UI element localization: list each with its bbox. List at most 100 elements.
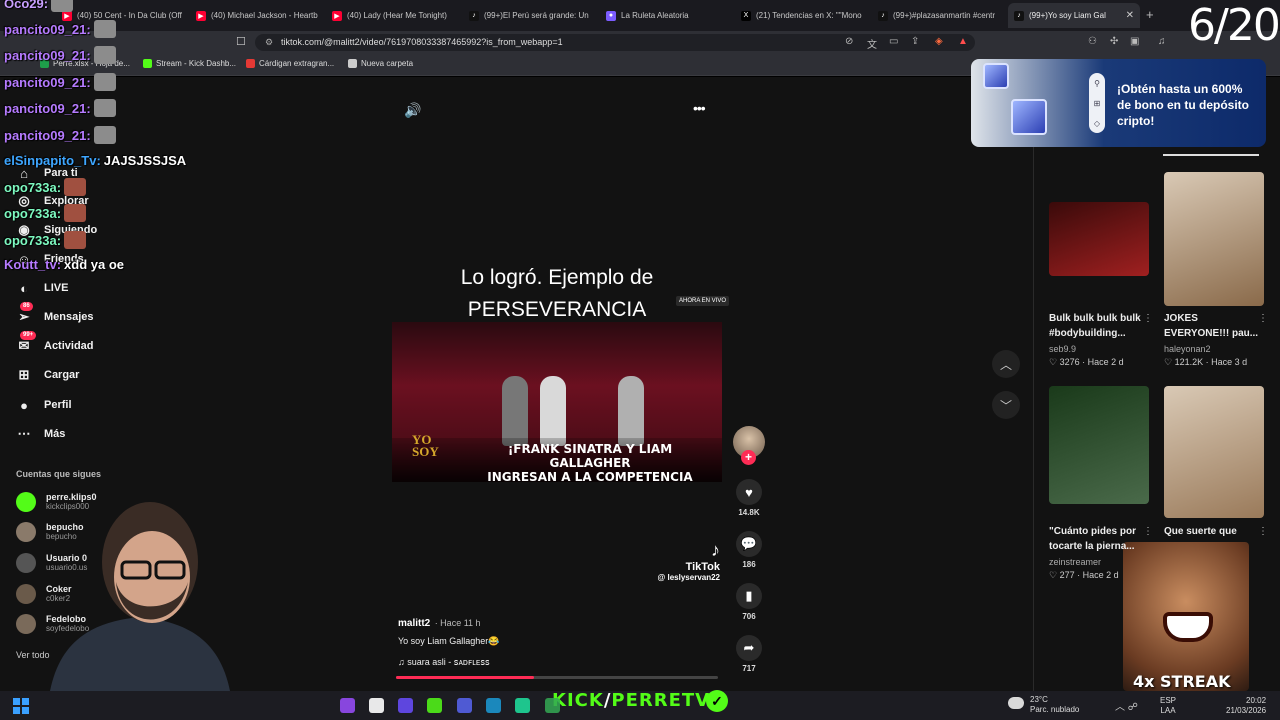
rewards-icon[interactable]: ▲: [958, 36, 968, 47]
following-account[interactable]: Usuario 0 usuario0.us: [16, 553, 87, 573]
suggested-video-title[interactable]: Que suerte que: [1164, 524, 1264, 539]
system-tray[interactable]: ︿ ☍: [1115, 698, 1138, 713]
previous-video-button[interactable]: ︿: [992, 350, 1020, 378]
sidebar-item-actividad[interactable]: ✉ 99+ Actividad: [16, 331, 94, 354]
account-name: Usuario 0: [46, 553, 88, 563]
brave-shield-icon[interactable]: ◈: [935, 36, 943, 47]
suggested-video-title[interactable]: JOKES EVERYONE!!! pau...: [1164, 311, 1264, 341]
taskbar-app-icon[interactable]: [515, 698, 530, 713]
tab-title: (40) Michael Jackson - Heartb: [211, 11, 318, 20]
suggested-video-likes: 3276: [1059, 357, 1080, 367]
cast-icon[interactable]: ▭: [889, 36, 898, 47]
sidebar-toggle-icon[interactable]: ▣: [1130, 36, 1139, 47]
bookmark-item[interactable]: Nueva carpeta: [348, 59, 413, 68]
card-more-icon[interactable]: ⋮: [1258, 313, 1268, 324]
weather-desc: Parc. nublado: [1030, 705, 1080, 714]
crypto-ad-banner[interactable]: ⚲ ⊞ ◇ ¡Obtén hasta un 600% de bono en tu…: [971, 59, 1266, 147]
taskbar-app-icon[interactable]: [369, 698, 384, 713]
windows-start-icon[interactable]: [13, 698, 29, 714]
taskbar-app-icon[interactable]: [545, 698, 560, 713]
video-progress-bar[interactable]: [396, 676, 718, 679]
like-button[interactable]: ♥ 14.8K: [733, 479, 765, 517]
nav-item-icon: ⊞: [18, 367, 30, 382]
volume-icon[interactable]: 🔊: [404, 102, 421, 119]
new-tab-button[interactable]: +: [1146, 7, 1154, 22]
suggested-video-author[interactable]: seb9.9: [1049, 344, 1076, 354]
browser-tab[interactable]: ♪ (99+)#plazasanmartin #centr: [872, 3, 1004, 28]
following-account[interactable]: Coker c0ker2: [16, 584, 72, 604]
chat-username: pancito09_21:: [4, 100, 91, 116]
site-info-icon[interactable]: ⚙: [265, 34, 273, 51]
card-more-icon[interactable]: ⋮: [1143, 526, 1153, 537]
extension-icon-1[interactable]: ⚇: [1088, 36, 1097, 47]
language-indicator[interactable]: ESP LAA: [1160, 696, 1176, 716]
media-controls-icon[interactable]: ♫: [1158, 36, 1166, 47]
bookmark-item[interactable]: Cárdigan extragran...: [246, 59, 334, 68]
suggested-video-thumbnail[interactable]: [1049, 386, 1149, 504]
post-sound-link[interactable]: ♫ suara asli - ꜱᴀᴅꜰʟᴇꜱꜱ: [398, 657, 490, 668]
suggested-video-title[interactable]: Bulk bulk bulk bulk #bodybuilding...: [1049, 311, 1149, 341]
bookmark-item[interactable]: Stream - Kick Dashb...: [143, 59, 236, 68]
next-video-button[interactable]: ﹀: [992, 391, 1020, 419]
suggested-video-time: · Hace 2 d: [1079, 357, 1124, 367]
more-options-icon[interactable]: •••: [693, 100, 706, 116]
reader-mode-icon[interactable]: ⊘: [845, 36, 853, 47]
suggested-video-thumbnail[interactable]: [1164, 172, 1264, 306]
taskbar-app-icon[interactable]: [340, 698, 355, 713]
meme-mouth: [1163, 612, 1213, 642]
nav-item-label: Más: [44, 428, 66, 440]
follow-button[interactable]: +: [741, 450, 756, 465]
nav-item-label: LIVE: [44, 282, 69, 294]
sidebar-item-live[interactable]: ◐ LIVE: [16, 280, 68, 296]
card-more-icon[interactable]: ⋮: [1143, 313, 1153, 324]
taskbar-app-icon[interactable]: [486, 698, 501, 713]
chat-text: xdd ya oe: [64, 257, 125, 272]
share-button[interactable]: ➦ 717: [733, 635, 765, 673]
watermark-name: TikTok: [685, 561, 720, 573]
taskbar-app-icon[interactable]: [398, 698, 413, 713]
save-button[interactable]: ▮ 706: [733, 583, 765, 621]
suggested-video-title[interactable]: "Cuánto pides por tocarte la pierna...: [1049, 524, 1149, 554]
show-logo: YO SOY: [412, 433, 439, 458]
sidebar-item-cargar[interactable]: ⊞ Cargar: [16, 367, 80, 383]
suggested-video-thumbnail[interactable]: [1164, 386, 1264, 518]
chat-username: Oco29:: [4, 0, 49, 11]
suggested-video-thumbnail[interactable]: [1049, 202, 1149, 276]
suggested-video-meta: ♡ 3276 · Hace 2 d: [1049, 357, 1124, 368]
performer-figure: [618, 376, 644, 446]
chat-message: opo733a:: [4, 204, 87, 222]
card-more-icon[interactable]: ⋮: [1258, 526, 1268, 537]
chat-username: elSinpapito_Tv:: [4, 153, 101, 168]
sidebar-item-perfil[interactable]: ● Perfil: [16, 397, 71, 413]
browser-tab[interactable]: ▶ (40) Lady (Hear Me Tonight): [326, 3, 459, 28]
following-account[interactable]: perre.klips0 kickclips000: [16, 492, 97, 512]
translate-icon[interactable]: 文: [867, 36, 877, 51]
taskbar-app-icon[interactable]: [427, 698, 442, 713]
suggested-video-author[interactable]: haleyonan2: [1164, 344, 1211, 354]
browser-tab[interactable]: ● La Ruleta Aleatoria: [600, 3, 731, 28]
tab-title: (99+)#plazasanmartin #centr: [893, 11, 996, 20]
suggested-video-author[interactable]: zeinstreamer: [1049, 557, 1101, 567]
verified-check-icon: ✓: [706, 690, 728, 712]
sidebar-item-mensajes[interactable]: ➢ 86 Mensajes: [16, 302, 94, 325]
post-author[interactable]: malitt2: [398, 618, 430, 629]
caption-line-1: Lo logró. Ejemplo de: [460, 266, 654, 289]
lower-third-line-2: INGRESAN A LA COMPETENCIA: [487, 470, 693, 484]
weather-widget[interactable]: 23°C Parc. nublado: [1030, 695, 1079, 715]
taskbar-clock[interactable]: 20:02 21/03/2026: [1226, 696, 1266, 716]
browser-tab[interactable]: ▶ (40) Michael Jackson - Heartb: [190, 3, 322, 28]
share-icon[interactable]: ⇪: [911, 36, 919, 47]
weather-cloud-icon[interactable]: [1008, 697, 1024, 709]
bookmark-page-icon[interactable]: ☐: [236, 35, 246, 48]
following-account[interactable]: bepucho bepucho: [16, 522, 84, 542]
comment-button[interactable]: 💬 186: [733, 531, 765, 569]
browser-tab[interactable]: ♪ (99+)El Perú será grande: Un: [463, 3, 596, 28]
extensions-icon[interactable]: ✣: [1110, 36, 1118, 47]
sidebar-item-más[interactable]: ⋯ Más: [16, 426, 66, 442]
following-account[interactable]: Fedelobo soyfedelobo: [16, 614, 89, 634]
browser-tab[interactable]: ♪ (99+)Yo soy Liam Gal ✕: [1008, 3, 1140, 28]
taskbar-app-icon[interactable]: [457, 698, 472, 713]
browser-tab[interactable]: X (21) Tendencias en X: ""Mono: [735, 3, 868, 28]
ad-icon-strip: ⚲ ⊞ ◇: [1089, 73, 1105, 133]
close-tab-icon[interactable]: ✕: [1126, 10, 1134, 21]
